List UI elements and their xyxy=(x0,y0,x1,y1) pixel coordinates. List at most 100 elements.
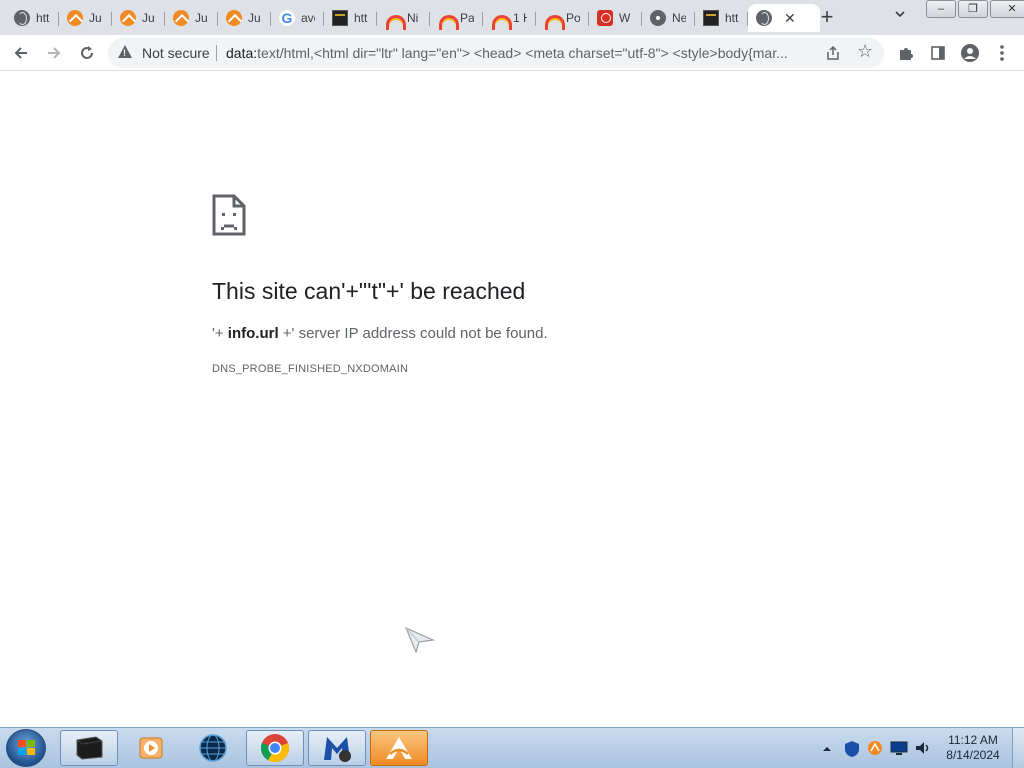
back-button[interactable] xyxy=(9,41,33,65)
side-panel-button[interactable] xyxy=(926,41,950,65)
error-description: '+ info.url +' server IP address could n… xyxy=(212,325,548,342)
desc-host: info.url xyxy=(227,325,279,342)
tab[interactable]: Ne xyxy=(642,4,695,32)
rainbow-icon xyxy=(438,10,459,30)
volume-icon[interactable] xyxy=(914,740,932,756)
tab-title: htt xyxy=(36,11,50,25)
tab-list: htt Ju Ju Ju Ju Gave htt Ni Pa 1 H Po W Ne htt ✕ xyxy=(6,4,820,32)
tab-title: Ne xyxy=(672,11,686,25)
chrome-icon xyxy=(650,10,666,26)
jupyter-orange-icon xyxy=(120,10,136,26)
back-arrow-icon xyxy=(14,47,27,59)
tab-title: Ju xyxy=(142,11,155,25)
show-hidden-icons-icon[interactable] xyxy=(822,744,832,754)
rainbow-icon xyxy=(385,10,406,30)
taskbar-jupyter[interactable] xyxy=(370,730,428,766)
error-title: This site can'+"'t"+' be reached xyxy=(212,278,526,304)
malwarebytes-icon xyxy=(324,737,351,762)
profile-avatar-icon xyxy=(961,44,979,62)
address-bar[interactable]: Not secure data:text/html,<html dir="ltr… xyxy=(108,38,884,68)
tab[interactable]: htt xyxy=(695,4,748,32)
warning-icon[interactable] xyxy=(118,45,132,58)
tab[interactable]: Ju xyxy=(59,4,112,32)
globe-icon xyxy=(756,10,772,26)
show-desktop-button[interactable] xyxy=(1012,728,1024,768)
terminal-icon xyxy=(76,736,103,760)
google-icon: G xyxy=(279,10,295,26)
desc-prefix: '+ xyxy=(212,325,228,342)
tab-title: Ni xyxy=(407,11,419,25)
taskbar-chrome[interactable] xyxy=(246,730,304,766)
monitor-icon[interactable] xyxy=(890,740,908,756)
taskbar-terminal[interactable] xyxy=(60,730,118,766)
tab[interactable]: htt xyxy=(324,4,377,32)
start-button[interactable] xyxy=(6,729,46,767)
tab[interactable]: W xyxy=(589,4,642,32)
mouse-cursor-icon xyxy=(405,627,435,653)
tab[interactable]: Ju xyxy=(218,4,271,32)
security-label[interactable]: Not secure xyxy=(142,45,210,61)
taskbar-media-player[interactable] xyxy=(122,730,180,766)
url-rest: text/html,<html dir="ltr" lang="en"> <he… xyxy=(257,45,788,61)
globe-network-icon xyxy=(199,734,227,762)
url-text[interactable]: data:text/html,<html dir="ltr" lang="en"… xyxy=(226,45,816,61)
taskbar: 11:12 AM 8/14/2024 xyxy=(0,727,1024,768)
shield-icon[interactable] xyxy=(844,740,860,758)
bookmark-star-icon[interactable]: ☆ xyxy=(857,41,873,62)
jupyter-orange-icon xyxy=(226,10,242,26)
tab-title: ave xyxy=(301,11,315,25)
url-scheme: data: xyxy=(226,45,258,61)
tab[interactable]: htt xyxy=(6,4,59,32)
puzzle-icon xyxy=(900,48,913,60)
close-window-button[interactable]: ✕ xyxy=(990,0,1024,18)
taskbar-network-globe[interactable] xyxy=(184,730,242,766)
jupyter-orange-icon xyxy=(386,737,412,759)
system-clock[interactable]: 11:12 AM 8/14/2024 xyxy=(936,733,1010,763)
sad-document-icon xyxy=(212,194,246,236)
tab[interactable]: Gave xyxy=(271,4,324,32)
profile-button[interactable] xyxy=(958,41,982,65)
tab-active[interactable]: ✕ xyxy=(748,4,820,32)
tab[interactable]: 1 H xyxy=(483,4,536,32)
tab-search-button[interactable] xyxy=(894,8,906,23)
clock-time: 11:12 AM xyxy=(948,733,998,747)
new-tab-button[interactable]: + xyxy=(815,5,839,29)
close-tab-icon[interactable]: ✕ xyxy=(784,10,796,27)
tab-title: htt xyxy=(725,11,739,25)
extensions-button[interactable] xyxy=(894,41,918,65)
page-content: This site can'+"'t"+' be reached '+ info… xyxy=(0,71,1024,727)
share-icon[interactable] xyxy=(824,44,842,62)
chevron-down-icon xyxy=(895,11,905,18)
tab[interactable]: Po xyxy=(536,4,589,32)
media-player-icon xyxy=(139,737,163,759)
globe-icon xyxy=(14,10,30,26)
tab-title: W xyxy=(619,11,631,25)
terminal-icon xyxy=(332,10,348,26)
desc-suffix: +' server IP address could not be found. xyxy=(278,325,548,342)
terminal-icon xyxy=(703,10,719,26)
more-vertical-icon xyxy=(1000,45,1004,61)
reload-button[interactable] xyxy=(75,41,99,65)
tab-title: htt xyxy=(354,11,368,25)
tab[interactable]: Ju xyxy=(165,4,218,32)
windows-logo-icon xyxy=(18,740,36,756)
error-code: DNS_PROBE_FINISHED_NXDOMAIN xyxy=(212,363,409,375)
forward-button[interactable] xyxy=(42,41,66,65)
tab[interactable]: Ju xyxy=(112,4,165,32)
menu-button[interactable] xyxy=(990,41,1014,65)
tab-title: 1 H xyxy=(513,11,527,25)
taskbar-malwarebytes[interactable] xyxy=(308,730,366,766)
rainbow-icon xyxy=(544,10,565,30)
minimize-button[interactable]: – xyxy=(926,0,956,18)
forward-arrow-icon xyxy=(48,47,61,59)
restore-button[interactable]: ❐ xyxy=(958,0,988,18)
jupyter-orange-icon xyxy=(67,10,83,26)
tab[interactable]: Ni xyxy=(377,4,430,32)
tab-title: Po xyxy=(566,11,580,25)
window-controls: – ❐ ✕ xyxy=(926,0,1024,18)
tab[interactable]: Pa xyxy=(430,4,483,32)
rainbow-icon xyxy=(491,10,512,30)
tab-title: Pa xyxy=(460,11,474,25)
side-panel-icon xyxy=(931,46,945,60)
tray-jupyter-icon[interactable] xyxy=(867,740,883,756)
